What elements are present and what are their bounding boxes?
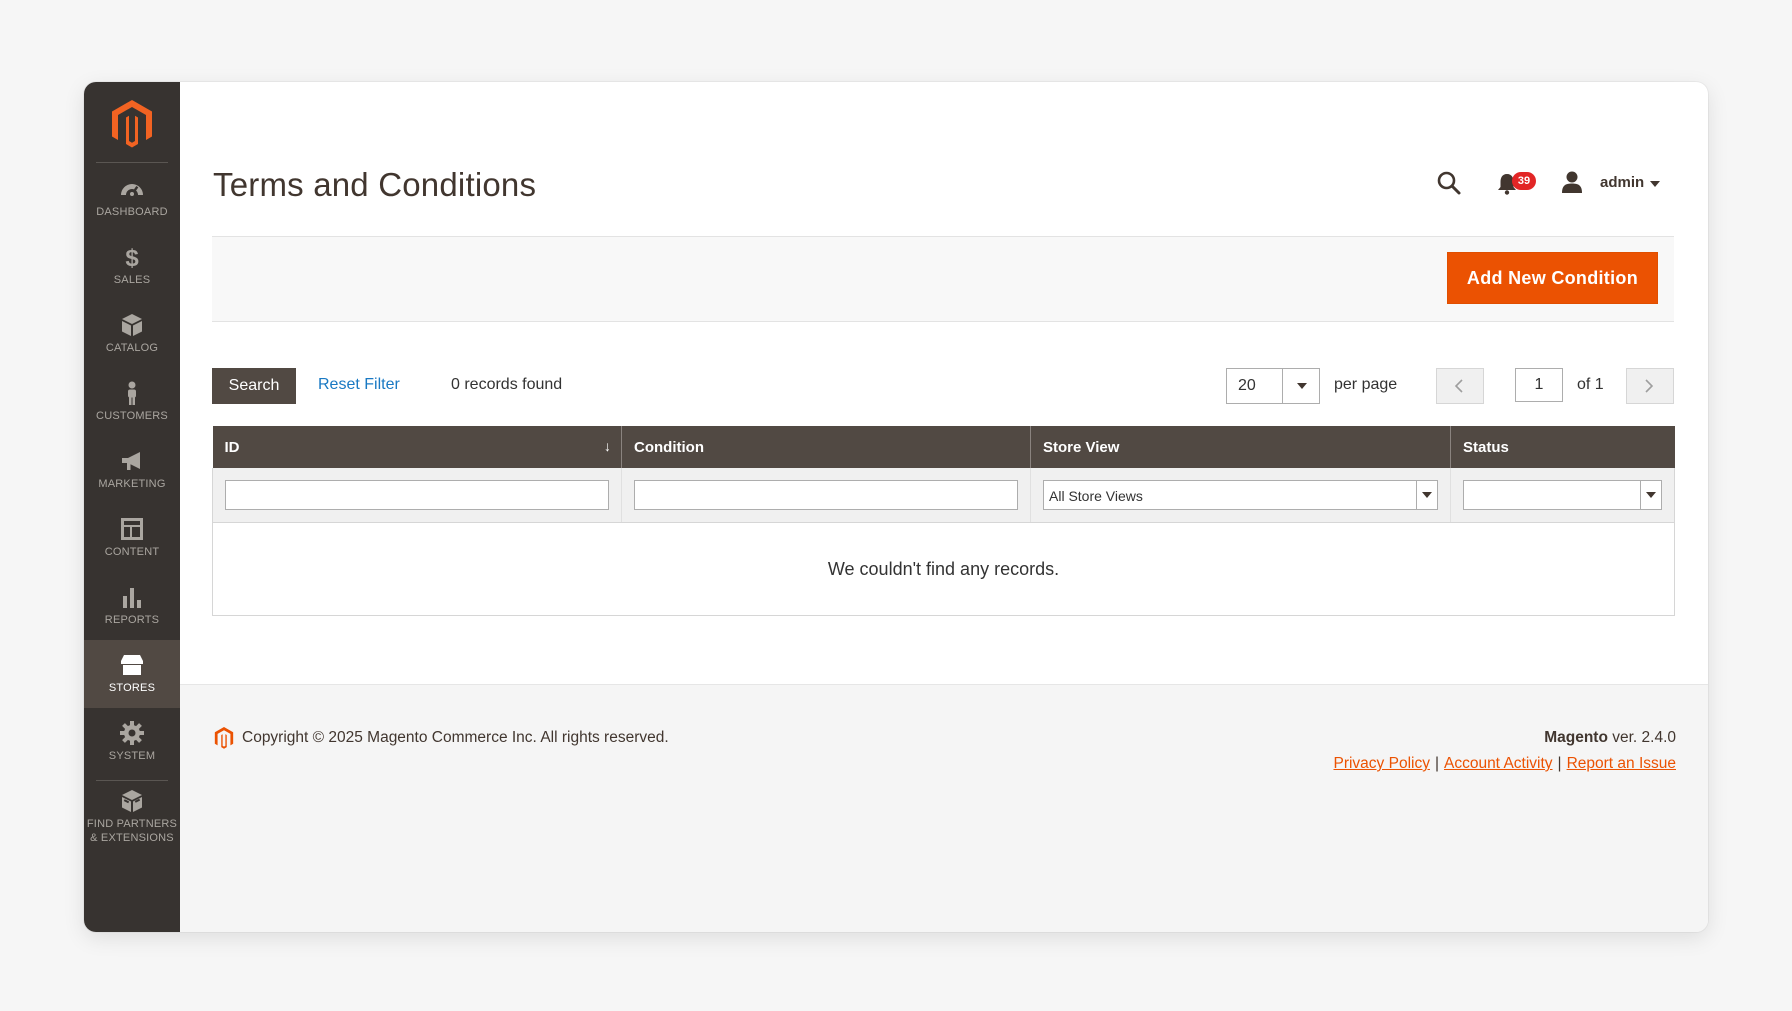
next-page-button[interactable] [1626, 368, 1674, 404]
magento-logo-icon[interactable] [108, 98, 156, 150]
sidebar-item-system[interactable]: SYSTEM [84, 708, 180, 776]
sidebar-item-label: CONTENT [104, 546, 160, 558]
chevron-down-icon[interactable] [1640, 481, 1661, 509]
sidebar-item-label: SYSTEM [108, 750, 156, 762]
per-page-label: per page [1334, 376, 1398, 393]
magento-logo-icon [214, 727, 234, 749]
megaphone-icon [119, 448, 145, 474]
filter-cell [212, 468, 622, 523]
version-text: Magento ver. 2.4.0 [1544, 729, 1676, 747]
notifications-badge[interactable]: 39 [1512, 172, 1536, 190]
condition-filter-input[interactable] [634, 480, 1018, 510]
column-header-label: ID [224, 438, 240, 456]
previous-page-button[interactable] [1436, 368, 1484, 404]
admin-window: DASHBOARD $ SALES CATALOG CUSTOMERS MARK… [84, 82, 1708, 932]
account-activity-link[interactable]: Account Activity [1444, 755, 1553, 772]
copyright-text: Copyright © 2025 Magento Commerce Inc. A… [242, 729, 669, 746]
layout-icon [119, 516, 145, 542]
svg-text:$: $ [125, 245, 139, 270]
search-icon[interactable] [1436, 170, 1462, 196]
partners-box-icon [119, 788, 145, 814]
current-page-input[interactable] [1515, 368, 1563, 402]
grid-header-row: ID ↓ Condition Store View Status [212, 426, 1675, 468]
user-icon[interactable] [1560, 170, 1584, 194]
admin-sidebar: DASHBOARD $ SALES CATALOG CUSTOMERS MARK… [84, 82, 180, 932]
conditions-grid: ID ↓ Condition Store View Status All Sto… [212, 426, 1675, 616]
version-number: ver. 2.4.0 [1607, 729, 1676, 746]
filter-cell [1450, 468, 1675, 523]
sidebar-divider [96, 162, 168, 163]
records-found-count: 0 records found [451, 376, 563, 393]
empty-message: We couldn't find any records. [212, 522, 1675, 616]
add-new-condition-button[interactable]: Add New Condition [1446, 252, 1658, 304]
storefront-icon [119, 652, 145, 678]
search-button[interactable]: Search [212, 368, 296, 404]
column-header-label: Condition [634, 438, 704, 456]
grid-empty-row: We couldn't find any records. [212, 522, 1675, 616]
per-page-select[interactable]: 20 [1226, 368, 1320, 404]
chevron-left-icon [1454, 379, 1463, 393]
column-header-id[interactable]: ID ↓ [212, 426, 622, 468]
box-icon [119, 312, 145, 338]
footer-links: Privacy Policy | Account Activity | Report a… [1333, 755, 1676, 773]
dashboard-icon [119, 176, 145, 202]
sidebar-item-label: FIND PARTNERS [86, 818, 178, 830]
sidebar-item-label: MARKETING [98, 478, 166, 490]
chevron-down-icon[interactable] [1650, 181, 1660, 187]
sidebar-item-customers[interactable]: CUSTOMERS [84, 368, 180, 436]
link-separator: | [1557, 755, 1562, 772]
grid-filter-row: All Store Views [212, 468, 1675, 523]
column-header-label: Status [1463, 438, 1509, 456]
column-header-label: Store View [1043, 438, 1120, 456]
brand-name: Magento [1544, 729, 1608, 746]
sidebar-item-sales[interactable]: $ SALES [84, 232, 180, 300]
sidebar-item-reports[interactable]: REPORTS [84, 572, 180, 640]
sidebar-item-label: CUSTOMERS [96, 410, 168, 422]
page-actions-bar: Add New Condition [212, 236, 1674, 322]
per-page-value: 20 [1238, 377, 1256, 394]
store-view-filter-select[interactable]: All Store Views [1043, 480, 1438, 510]
page-footer: Copyright © 2025 Magento Commerce Inc. A… [180, 684, 1708, 932]
sidebar-item-stores[interactable]: STORES [84, 640, 180, 708]
filter-cell [621, 468, 1031, 523]
filter-cell: All Store Views [1030, 468, 1451, 523]
person-icon [119, 380, 145, 406]
sort-descending-icon[interactable]: ↓ [604, 438, 611, 454]
column-header-condition[interactable]: Condition [621, 426, 1031, 468]
chevron-right-icon [1645, 379, 1654, 393]
chevron-down-icon[interactable] [1416, 481, 1437, 509]
sidebar-item-label: REPORTS [104, 614, 160, 626]
report-issue-link[interactable]: Report an Issue [1567, 755, 1676, 772]
total-pages-label: of 1 [1577, 376, 1604, 393]
sidebar-item-label: DASHBOARD [96, 206, 168, 218]
dollar-icon: $ [119, 244, 145, 272]
id-filter-input[interactable] [225, 480, 609, 510]
bar-chart-icon [119, 584, 145, 610]
sidebar-item-label: & EXTENSIONS [90, 832, 174, 844]
sidebar-item-dashboard[interactable]: DASHBOARD [84, 164, 180, 232]
sidebar-item-find-partners[interactable]: FIND PARTNERS & EXTENSIONS [84, 776, 180, 856]
sidebar-item-label: STORES [108, 682, 156, 694]
link-separator: | [1434, 755, 1439, 772]
page-title: Terms and Conditions [213, 166, 537, 203]
sidebar-item-label: CATALOG [105, 342, 159, 354]
admin-user-menu[interactable]: admin [1600, 174, 1644, 191]
chevron-down-icon[interactable] [1282, 369, 1319, 403]
reset-filter-link[interactable]: Reset Filter [318, 376, 400, 394]
gear-icon [119, 720, 145, 746]
status-filter-select[interactable] [1463, 480, 1662, 510]
sidebar-item-label: SALES [113, 274, 151, 286]
column-header-store-view[interactable]: Store View [1030, 426, 1451, 468]
privacy-policy-link[interactable]: Privacy Policy [1333, 755, 1429, 772]
sidebar-item-catalog[interactable]: CATALOG [84, 300, 180, 368]
sidebar-item-marketing[interactable]: MARKETING [84, 436, 180, 504]
sidebar-item-content[interactable]: CONTENT [84, 504, 180, 572]
column-header-status[interactable]: Status [1450, 426, 1675, 468]
store-view-filter-value: All Store Views [1049, 488, 1143, 504]
